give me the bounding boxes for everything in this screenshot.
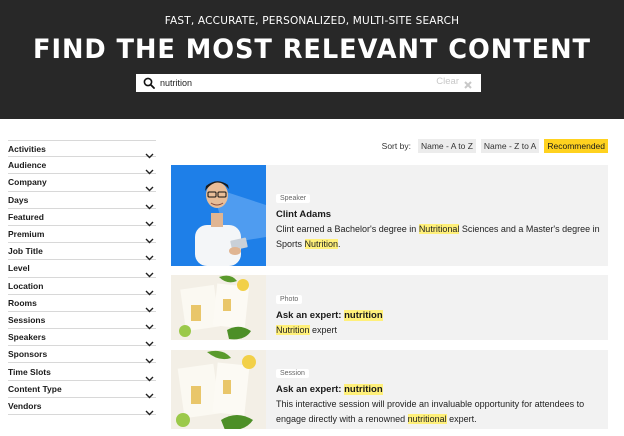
chevron-down-icon [145, 334, 154, 347]
clear-label: Clear [436, 76, 459, 87]
filter-label: Featured [8, 211, 44, 222]
result-body: Session Ask an expert: nutrition This in… [276, 362, 600, 427]
filter-content-type[interactable]: Content Type [8, 381, 156, 399]
clear-icon [463, 77, 473, 89]
result-card[interactable]: Photo Ask an expert: nutrition Nutrition… [171, 275, 608, 340]
filter-level[interactable]: Level [8, 260, 156, 278]
highlighted-term: Nutrition [304, 239, 339, 249]
text-segment: Ask an expert: [276, 384, 345, 395]
highlighted-term: nutritional [407, 414, 447, 424]
result-card[interactable]: Session Ask an expert: nutrition This in… [171, 350, 608, 429]
filter-label: Days [8, 194, 29, 205]
result-title[interactable]: Clint Adams [276, 209, 600, 220]
text-segment: Clint earned a Bachelor's degree in [276, 224, 419, 234]
filter-label: Speakers [8, 332, 46, 343]
filter-label: Company [8, 177, 47, 188]
filter-label: Content Type [8, 383, 62, 394]
text-segment: Clint Adams [276, 209, 332, 220]
filter-rooms[interactable]: Rooms [8, 295, 156, 313]
result-card[interactable]: Speaker Clint Adams Clint earned a Bache… [171, 165, 608, 266]
highlighted-term: Nutritional [418, 224, 460, 234]
content-type-badge: Photo [276, 295, 303, 304]
result-description: Clint earned a Bachelor's degree in Nutr… [276, 222, 600, 252]
text-segment: expert [309, 325, 338, 335]
chevron-down-icon [145, 386, 154, 399]
search-icon [143, 77, 155, 89]
chevron-down-icon [145, 403, 154, 416]
highlighted-term: nutrition [344, 384, 383, 395]
text-segment: expert. [446, 414, 477, 424]
clear-button[interactable]: Clear [436, 76, 473, 89]
filter-time-slots[interactable]: Time Slots [8, 363, 156, 382]
filter-label: Rooms [8, 297, 37, 308]
chevron-down-icon [145, 214, 154, 227]
speaker-photo [171, 165, 266, 266]
result-description: This interactive session will provide an… [276, 397, 600, 427]
filter-days[interactable]: Days [8, 192, 156, 210]
chevron-down-icon [145, 146, 154, 159]
chevron-down-icon [145, 300, 154, 313]
chevron-down-icon [145, 162, 154, 175]
chevron-down-icon [145, 317, 154, 330]
filter-audience[interactable]: Audience [8, 157, 156, 175]
filter-featured[interactable]: Featured [8, 209, 156, 227]
filter-label: Time Slots [8, 366, 51, 377]
text-segment: Ask an expert: [276, 310, 345, 321]
result-title[interactable]: Ask an expert: nutrition [276, 384, 600, 395]
filter-label: Audience [8, 160, 47, 171]
highlighted-term: nutrition [344, 310, 383, 321]
filter-label: Sponsors [8, 349, 48, 360]
sort-option-name-z-to-a[interactable]: Name - Z to A [480, 139, 540, 153]
filter-company[interactable]: Company [8, 174, 156, 192]
result-body: Photo Ask an expert: nutrition Nutrition… [276, 288, 600, 338]
result-title[interactable]: Ask an expert: nutrition [276, 310, 600, 321]
session-thumbnail [171, 350, 266, 429]
filter-activities[interactable]: Activities [8, 140, 156, 159]
filter-label: Premium [8, 229, 45, 240]
page-title: FIND THE MOST RELEVANT CONTENT [33, 34, 591, 65]
content-type-badge: Speaker [276, 194, 311, 203]
sort-label: Sort by: [381, 141, 411, 151]
filter-job-title[interactable]: Job Title [8, 243, 156, 261]
hero-subtitle: FAST, ACCURATE, PERSONALIZED, MULTI-SITE… [164, 15, 460, 27]
chevron-down-icon [145, 265, 154, 278]
filter-label: Activities [8, 143, 46, 154]
filter-sessions[interactable]: Sessions [8, 312, 156, 330]
sort-bar: Sort by: Name - A to Z Name - Z to A Recom… [382, 139, 608, 153]
filter-speakers[interactable]: Speakers [8, 329, 156, 347]
chevron-down-icon [145, 248, 154, 261]
filter-sidebar: Activities Audience Company Days Featured Pre… [8, 140, 156, 416]
filter-label: Level [8, 263, 30, 274]
chevron-down-icon [145, 179, 154, 192]
content-type-badge: Session [276, 369, 309, 378]
filter-label: Vendors [8, 400, 42, 411]
text-segment: . [338, 239, 341, 249]
filter-label: Job Title [8, 246, 43, 257]
search-input[interactable] [160, 75, 420, 91]
filter-premium[interactable]: Premium [8, 226, 156, 244]
result-description: Nutrition expert [276, 323, 600, 338]
chevron-down-icon [145, 231, 154, 244]
filter-sponsors[interactable]: Sponsors [8, 346, 156, 364]
hero-header: FAST, ACCURATE, PERSONALIZED, MULTI-SITE… [0, 0, 624, 119]
chevron-down-icon [145, 369, 154, 382]
photo-thumbnail [171, 275, 266, 340]
chevron-down-icon [145, 283, 154, 296]
highlighted-term: Nutrition [276, 325, 310, 335]
search-bar: Clear [136, 74, 481, 92]
chevron-down-icon [145, 197, 154, 210]
filter-label: Location [8, 280, 44, 291]
sort-option-name-a-to-z[interactable]: Name - A to Z [417, 139, 476, 153]
filter-label: Sessions [8, 314, 46, 325]
chevron-down-icon [145, 351, 154, 364]
sort-option-recommended[interactable]: Recommended [544, 139, 608, 153]
filter-location[interactable]: Location [8, 278, 156, 296]
filter-vendors[interactable]: Vendors [8, 398, 156, 416]
result-body: Speaker Clint Adams Clint earned a Bache… [276, 187, 600, 252]
